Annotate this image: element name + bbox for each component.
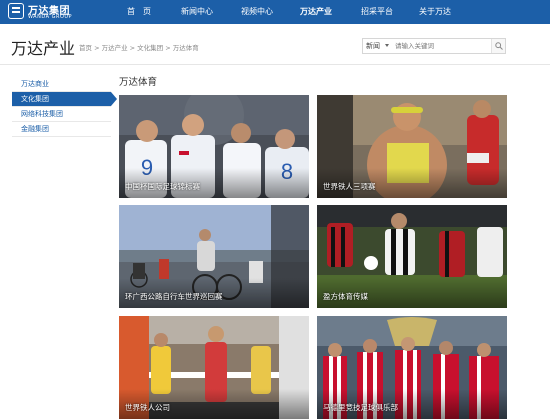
- wanda-logo[interactable]: 万达集团 WANDA GROUP: [8, 2, 76, 22]
- top-nav-bar: 万达集团 WANDA GROUP 首 页 新闻中心 视频中心 万达产业 招采平台…: [0, 0, 550, 24]
- card-world-ironman[interactable]: 世界铁人公司: [119, 316, 309, 419]
- card-atletico-madrid[interactable]: 马德里竞技足球俱乐部: [317, 316, 507, 419]
- nav-item-home[interactable]: 首 页: [117, 0, 161, 24]
- sidebar-item-finance[interactable]: 金融集团: [12, 122, 111, 137]
- search-button[interactable]: [491, 39, 505, 53]
- section-title: 万达体育: [119, 77, 158, 88]
- header-divider: [0, 64, 550, 65]
- card-label: 马德里竞技足球俱乐部: [323, 403, 398, 412]
- nav-item-procurement[interactable]: 招采平台: [355, 0, 399, 24]
- search-input[interactable]: [395, 40, 487, 52]
- sidebar-item-culture[interactable]: 文化集团: [12, 92, 117, 107]
- breadcrumb[interactable]: 首页 > 万达产业 > 文化集团 > 万达体育: [79, 42, 199, 52]
- sidebar-item-network-tech[interactable]: 网络科技集团: [12, 107, 111, 122]
- card-china-cup[interactable]: 9 8 中国杯国际足球锦标赛: [119, 95, 309, 198]
- search-box: 新闻: [362, 38, 506, 54]
- card-world-triathlon[interactable]: 世界铁人三项赛: [317, 95, 507, 198]
- card-tour-of-guangxi[interactable]: 环广西公路自行车世界巡回赛: [119, 205, 309, 308]
- nav-item-video[interactable]: 视频中心: [235, 0, 279, 24]
- card-infront-sports[interactable]: 盈方体育传媒: [317, 205, 507, 308]
- nav-item-news[interactable]: 新闻中心: [175, 0, 219, 24]
- search-icon: [495, 42, 503, 50]
- logo-mark-icon: [8, 3, 24, 19]
- card-label: 盈方体育传媒: [323, 292, 368, 301]
- nav-item-about[interactable]: 关于万达: [413, 0, 457, 24]
- sidebar: 万达商业 文化集团 网络科技集团 金融集团: [12, 77, 117, 137]
- card-label: 世界铁人三项赛: [323, 182, 376, 191]
- card-label: 世界铁人公司: [125, 403, 170, 412]
- card-label: 环广西公路自行车世界巡回赛: [125, 292, 223, 301]
- page-title: 万达产业: [11, 39, 76, 58]
- nav-item-industry[interactable]: 万达产业: [294, 0, 338, 24]
- logo-name-en: WANDA GROUP: [28, 14, 73, 20]
- sidebar-item-commercial[interactable]: 万达商业: [12, 77, 111, 92]
- search-category-select[interactable]: 新闻: [366, 41, 380, 51]
- card-label: 中国杯国际足球锦标赛: [125, 182, 200, 191]
- chevron-down-icon[interactable]: [385, 44, 389, 47]
